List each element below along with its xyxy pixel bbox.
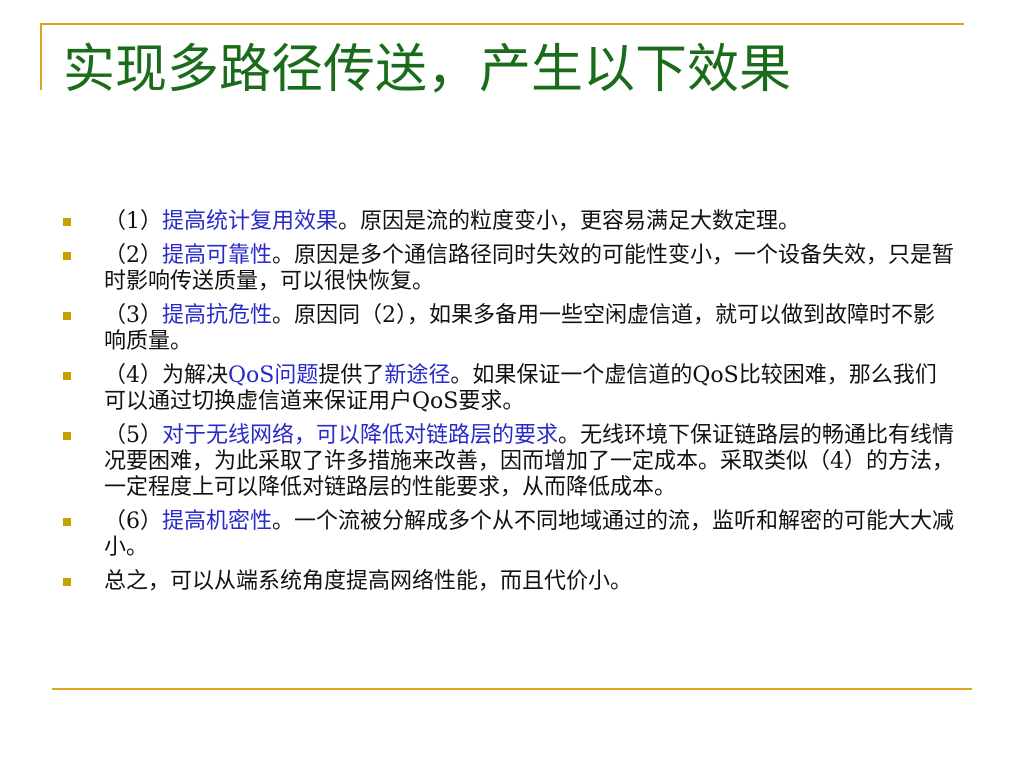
bullet-item: （4）为解决QoS问题提供了新途径。如果保证一个虚信道的QoS比较困难，那么我们… [60,363,955,415]
square-bullet-icon [63,518,71,526]
square-bullet-icon [63,252,71,260]
bullet-item: （2）提高可靠性。原因是多个通信路径同时失效的可能性变小，一个设备失效，只是暂时… [60,243,955,295]
square-bullet-icon [63,578,71,586]
bullet-text: 提供了 [318,363,385,388]
highlighted-text: 对于无线网络，可以降低对链路层的要求 [162,423,559,448]
highlighted-text: QoS问题 [228,363,319,388]
left-accent-rule [40,23,42,90]
square-bullet-icon [63,372,71,380]
highlighted-text: 提高机密性 [162,509,273,534]
bullet-text: 。原因是流的粒度变小，更容易满足大数定理。 [338,209,801,234]
highlighted-text: 新途径 [384,363,451,388]
square-bullet-icon [63,218,71,226]
bullet-item: 总之，可以从端系统角度提高网络性能，而且代价小。 [60,569,955,595]
bullet-item: （1）提高统计复用效果。原因是流的粒度变小，更容易满足大数定理。 [60,209,955,235]
bottom-accent-rule [52,688,972,690]
square-bullet-icon [63,432,71,440]
bullet-item: （6）提高机密性。一个流被分解成多个从不同地域通过的流，监听和解密的可能大大减小… [60,509,955,561]
bullet-item: （3）提高抗危性。原因同（2），如果多备用一些空闲虚信道，就可以做到故障时不影响… [60,303,955,355]
bullet-text: 总之，可以从端系统角度提高网络性能，而且代价小。 [104,569,633,594]
bullet-item: （5）对于无线网络，可以降低对链路层的要求。无线环境下保证链路层的畅通比有线情况… [60,423,955,501]
slide-title: 实现多路径传送，产生以下效果 [63,40,792,100]
bullet-text: （4）为解决 [104,363,228,388]
bullet-text: （2） [104,243,162,268]
highlighted-text: 提高抗危性 [162,303,273,328]
square-bullet-icon [63,312,71,320]
bullet-text: （6） [104,509,162,534]
highlighted-text: 提高可靠性 [162,243,273,268]
bullet-text: （1） [104,209,162,234]
highlighted-text: 提高统计复用效果 [162,209,339,234]
top-accent-rule [40,23,964,25]
bullet-list: （1）提高统计复用效果。原因是流的粒度变小，更容易满足大数定理。 （2）提高可靠性… [60,209,955,603]
bullet-text: （5） [104,423,162,448]
bullet-text: （3） [104,303,162,328]
